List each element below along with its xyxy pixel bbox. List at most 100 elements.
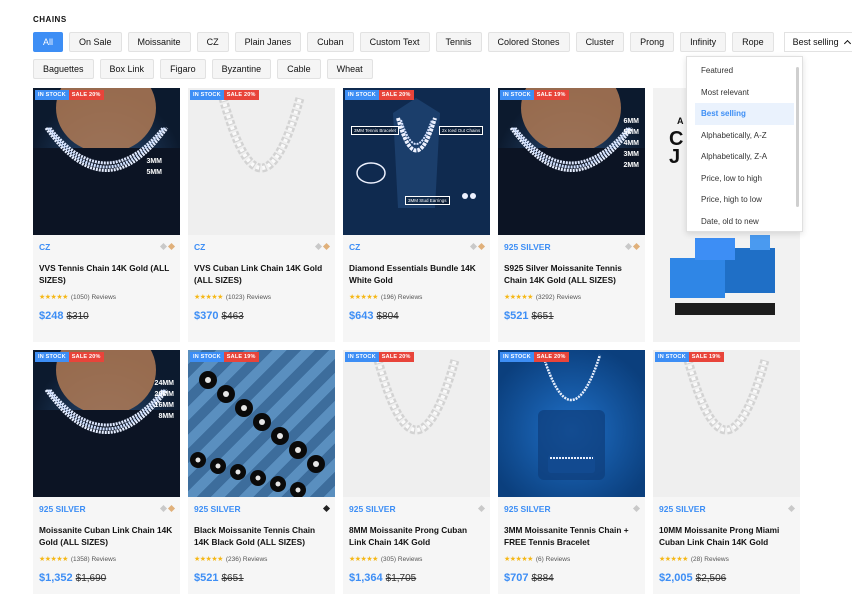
color-swatch-icon[interactable] <box>624 242 633 251</box>
filter-chip-on-sale[interactable]: On Sale <box>69 32 122 52</box>
product-image[interactable]: IN STOCK SALE 20% <box>498 350 645 497</box>
filter-chip-byzantine[interactable]: Byzantine <box>211 59 272 79</box>
color-swatch-icon[interactable] <box>477 242 486 251</box>
card-body: 925 SILVER S925 Silver Moissanite Tennis … <box>498 235 645 342</box>
filter-chip-plain-janes[interactable]: Plain Janes <box>234 32 302 52</box>
sort-option-alphabetically-z-a[interactable]: Alphabetically, Z-A <box>687 146 802 168</box>
filter-chip-cz[interactable]: CZ <box>196 32 229 52</box>
original-price: $2,506 <box>695 573 727 584</box>
product-image-art <box>343 88 490 235</box>
color-swatch-icon[interactable] <box>159 242 168 251</box>
product-card[interactable]: IN STOCK SALE 19% 925 SILVER 10MM Moissanit… <box>653 350 800 594</box>
filter-chip-figaro[interactable]: Figaro <box>160 59 206 79</box>
color-swatch-icon[interactable] <box>167 242 176 251</box>
sort-option-alphabetically-a-z[interactable]: Alphabetically, A-Z <box>687 125 802 147</box>
filter-chip-infinity[interactable]: Infinity <box>680 32 727 52</box>
filter-chip-prong[interactable]: Prong <box>630 32 675 52</box>
color-swatch-icon[interactable] <box>787 504 796 513</box>
filter-chip-moissanite[interactable]: Moissanite <box>127 32 191 52</box>
color-swatch-icon[interactable] <box>322 242 331 251</box>
product-card[interactable]: 3MM Tennis Bracelet 2x Iced Out Chains 3MM… <box>343 88 490 342</box>
filter-chip-all[interactable]: All <box>33 32 64 52</box>
filter-chip-baguettes[interactable]: Baguettes <box>33 59 94 79</box>
product-card[interactable]: IN STOCK SALE 20% CZ VVS Cuban Link Chain 1… <box>188 88 335 342</box>
product-image[interactable]: IN STOCK SALE 19% <box>188 350 335 497</box>
product-card[interactable]: IN STOCK SALE 20% 925 SILVER 3MM Moissanite… <box>498 350 645 594</box>
product-callout: 2x Iced Out Chains <box>439 126 484 135</box>
sort-option-date-old-to-new[interactable]: Date, old to new <box>687 211 802 232</box>
filter-chip-cuban[interactable]: Cuban <box>307 32 354 52</box>
size-labels: 6MM 5MM 4MM 3MM 2MM <box>623 118 639 169</box>
sale-badge: SALE 20% <box>68 352 104 362</box>
filter-chip-custom-text[interactable]: Custom Text <box>359 32 430 52</box>
sort-option-price-low-to-high[interactable]: Price, low to high <box>687 168 802 190</box>
sort-dropdown[interactable]: Featured Most relevant Best selling Alphabe… <box>686 56 803 232</box>
product-image[interactable]: IN STOCK SALE 20% 3MM 5MM <box>33 88 180 235</box>
sort-button[interactable]: Best selling <box>783 32 852 52</box>
review-count: (305) Reviews <box>380 555 423 563</box>
original-price: $1,705 <box>385 573 417 584</box>
product-image[interactable]: IN STOCK SALE 20% <box>343 350 490 497</box>
filter-chip-rope[interactable]: Rope <box>732 32 774 52</box>
product-title[interactable]: Black Moissanite Tennis Chain 14K Black … <box>194 524 329 548</box>
color-swatch-icon[interactable] <box>477 504 486 513</box>
product-image[interactable]: 3MM Tennis Bracelet 2x Iced Out Chains 3MM… <box>343 88 490 235</box>
product-title[interactable]: Moissanite Cuban Link Chain 14K Gold (AL… <box>39 524 174 548</box>
star-rating-icon: ★★★★★ <box>39 556 68 563</box>
sort-option-best-selling[interactable]: Best selling <box>695 103 794 125</box>
size-label: 5MM <box>146 169 162 176</box>
sale-badge: SALE 20% <box>533 352 569 362</box>
color-swatch-icon[interactable] <box>632 242 641 251</box>
product-image[interactable]: IN STOCK SALE 20% 24MM 20MM 16MM 8MM <box>33 350 180 497</box>
sale-price: $707 <box>504 572 529 584</box>
badges: IN STOCK SALE 20% <box>35 90 104 100</box>
product-card[interactable]: IN STOCK SALE 20% 3MM 5MM CZ VVS Tennis Chain… <box>33 88 180 342</box>
product-card[interactable]: IN STOCK SALE 19% 6MM 5MM 4MM 3MM 2MM 925 SILVE… <box>498 88 645 342</box>
product-rating: ★★★★★ (1050) Reviews <box>39 292 174 302</box>
product-image[interactable]: IN STOCK SALE 19% <box>653 350 800 497</box>
sort-option-price-high-to-low[interactable]: Price, high to low <box>687 189 802 211</box>
product-card[interactable]: IN STOCK SALE 20% 24MM 20MM 16MM 8MM 925 SILVE… <box>33 350 180 594</box>
product-category: 925 SILVER <box>504 242 551 252</box>
size-label: 20MM <box>154 391 174 398</box>
sort-option-most-relevant[interactable]: Most relevant <box>687 82 802 104</box>
card-body: 925 SILVER 8MM Moissanite Prong Cuban Lin… <box>343 497 490 594</box>
product-title[interactable]: 10MM Moissanite Prong Miami Cuban Link C… <box>659 524 794 548</box>
product-image-art <box>373 358 460 435</box>
product-title[interactable]: VVS Cuban Link Chain 14K Gold (ALL SIZES… <box>194 262 329 286</box>
sort-option-featured[interactable]: Featured <box>687 60 802 82</box>
product-category: 925 SILVER <box>39 504 86 514</box>
filter-chip-colored-stones[interactable]: Colored Stones <box>487 32 570 52</box>
color-swatch-icon[interactable] <box>314 242 323 251</box>
product-card[interactable]: IN STOCK SALE 19% 925 SILVER Black Moissani… <box>188 350 335 594</box>
filter-chip-cluster[interactable]: Cluster <box>575 32 625 52</box>
product-title[interactable]: VVS Tennis Chain 14K Gold (ALL SIZES) <box>39 262 174 286</box>
filter-chip-wheat[interactable]: Wheat <box>326 59 373 79</box>
product-title[interactable]: S925 Silver Moissanite Tennis Chain 14K … <box>504 262 639 286</box>
color-swatch-icon[interactable] <box>167 504 176 513</box>
color-swatch-icon[interactable] <box>322 504 331 513</box>
sale-price: $370 <box>194 310 219 322</box>
product-image[interactable]: IN STOCK SALE 19% 6MM 5MM 4MM 3MM 2MM <box>498 88 645 235</box>
product-title[interactable]: 3MM Moissanite Tennis Chain + FREE Tenni… <box>504 524 639 548</box>
color-swatch-icon[interactable] <box>159 504 168 513</box>
badges: IN STOCK SALE 20% <box>500 352 569 362</box>
product-image[interactable]: IN STOCK SALE 20% <box>188 88 335 235</box>
original-price: $651 <box>221 573 244 584</box>
dropdown-scrollbar[interactable] <box>796 67 799 207</box>
in-stock-badge: IN STOCK <box>345 90 379 100</box>
filter-chip-tennis[interactable]: Tennis <box>435 32 482 52</box>
card-body: 925 SILVER Moissanite Cuban Link Chain 14… <box>33 497 180 594</box>
filter-chip-box-link[interactable]: Box Link <box>99 59 155 79</box>
product-title[interactable]: 8MM Moissanite Prong Cuban Link Chain 14… <box>349 524 484 548</box>
product-title[interactable]: Diamond Essentials Bundle 14K White Gold <box>349 262 484 286</box>
sale-price: $1,364 <box>349 572 383 584</box>
review-count: (236) Reviews <box>225 555 268 563</box>
filter-chip-cable[interactable]: Cable <box>277 59 321 79</box>
color-swatch-icon[interactable] <box>632 504 641 513</box>
product-rating: ★★★★★ (6) Reviews <box>504 554 639 564</box>
card-body: CZ Diamond Essentials Bundle 14K White Go… <box>343 235 490 342</box>
in-stock-badge: IN STOCK <box>500 352 534 362</box>
product-card[interactable]: IN STOCK SALE 20% 925 SILVER 8MM Moissanite… <box>343 350 490 594</box>
color-swatch-icon[interactable] <box>469 242 478 251</box>
